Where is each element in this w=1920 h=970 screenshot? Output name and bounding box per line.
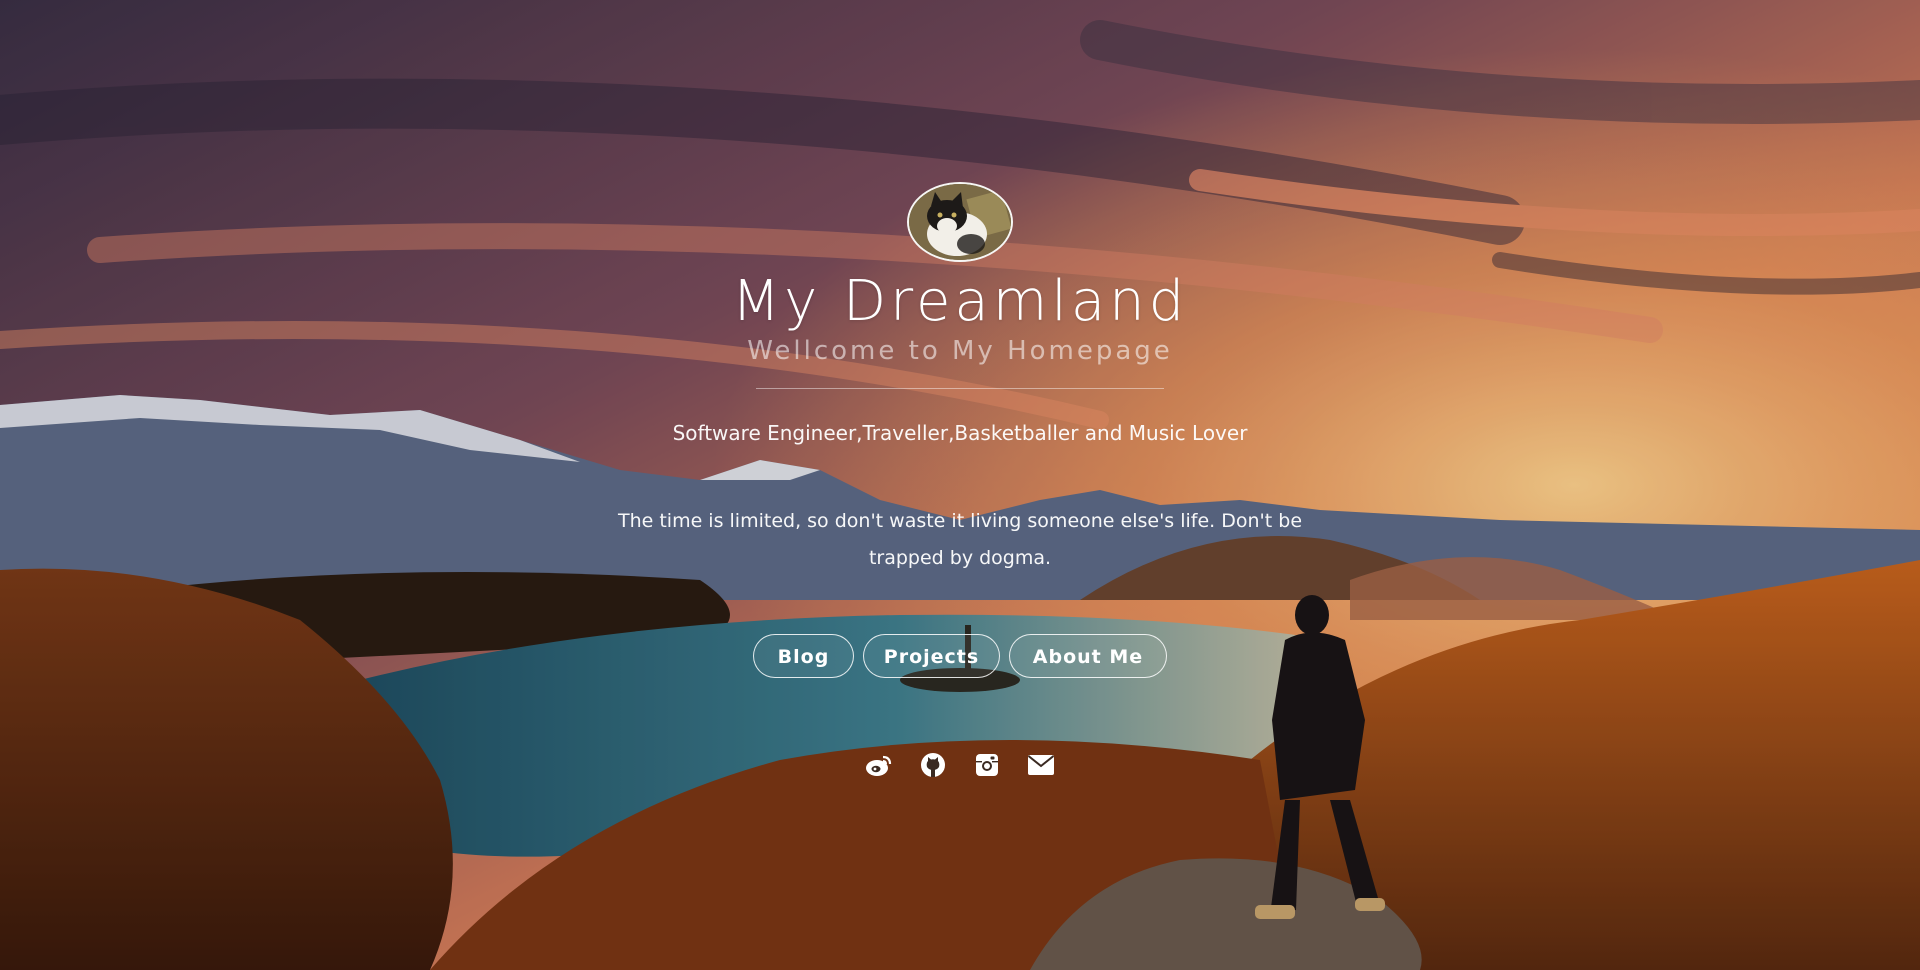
divider — [756, 388, 1164, 389]
instagram-icon[interactable] — [972, 750, 1002, 780]
projects-button[interactable]: Projects — [863, 634, 1000, 678]
about-me-button[interactable]: About Me — [1009, 634, 1167, 678]
quote: The time is limited, so don't waste it l… — [617, 510, 1303, 569]
page-subtitle: Wellcome to My Homepage — [747, 336, 1173, 366]
cat-avatar-icon — [909, 184, 1011, 260]
nav-buttons: Blog Projects About Me — [0, 634, 1920, 678]
github-icon[interactable] — [918, 750, 948, 780]
blog-button[interactable]: Blog — [753, 634, 854, 678]
page-title: My Dreamland — [731, 269, 1189, 334]
avatar — [907, 182, 1013, 262]
weibo-icon[interactable] — [864, 750, 894, 780]
tagline: Software Engineer,Traveller,Basketballer… — [672, 421, 1248, 445]
email-icon[interactable] — [1026, 750, 1056, 780]
hero-content: My Dreamland Wellcome to My Homepage Sof… — [0, 0, 1920, 970]
social-links — [0, 750, 1920, 780]
